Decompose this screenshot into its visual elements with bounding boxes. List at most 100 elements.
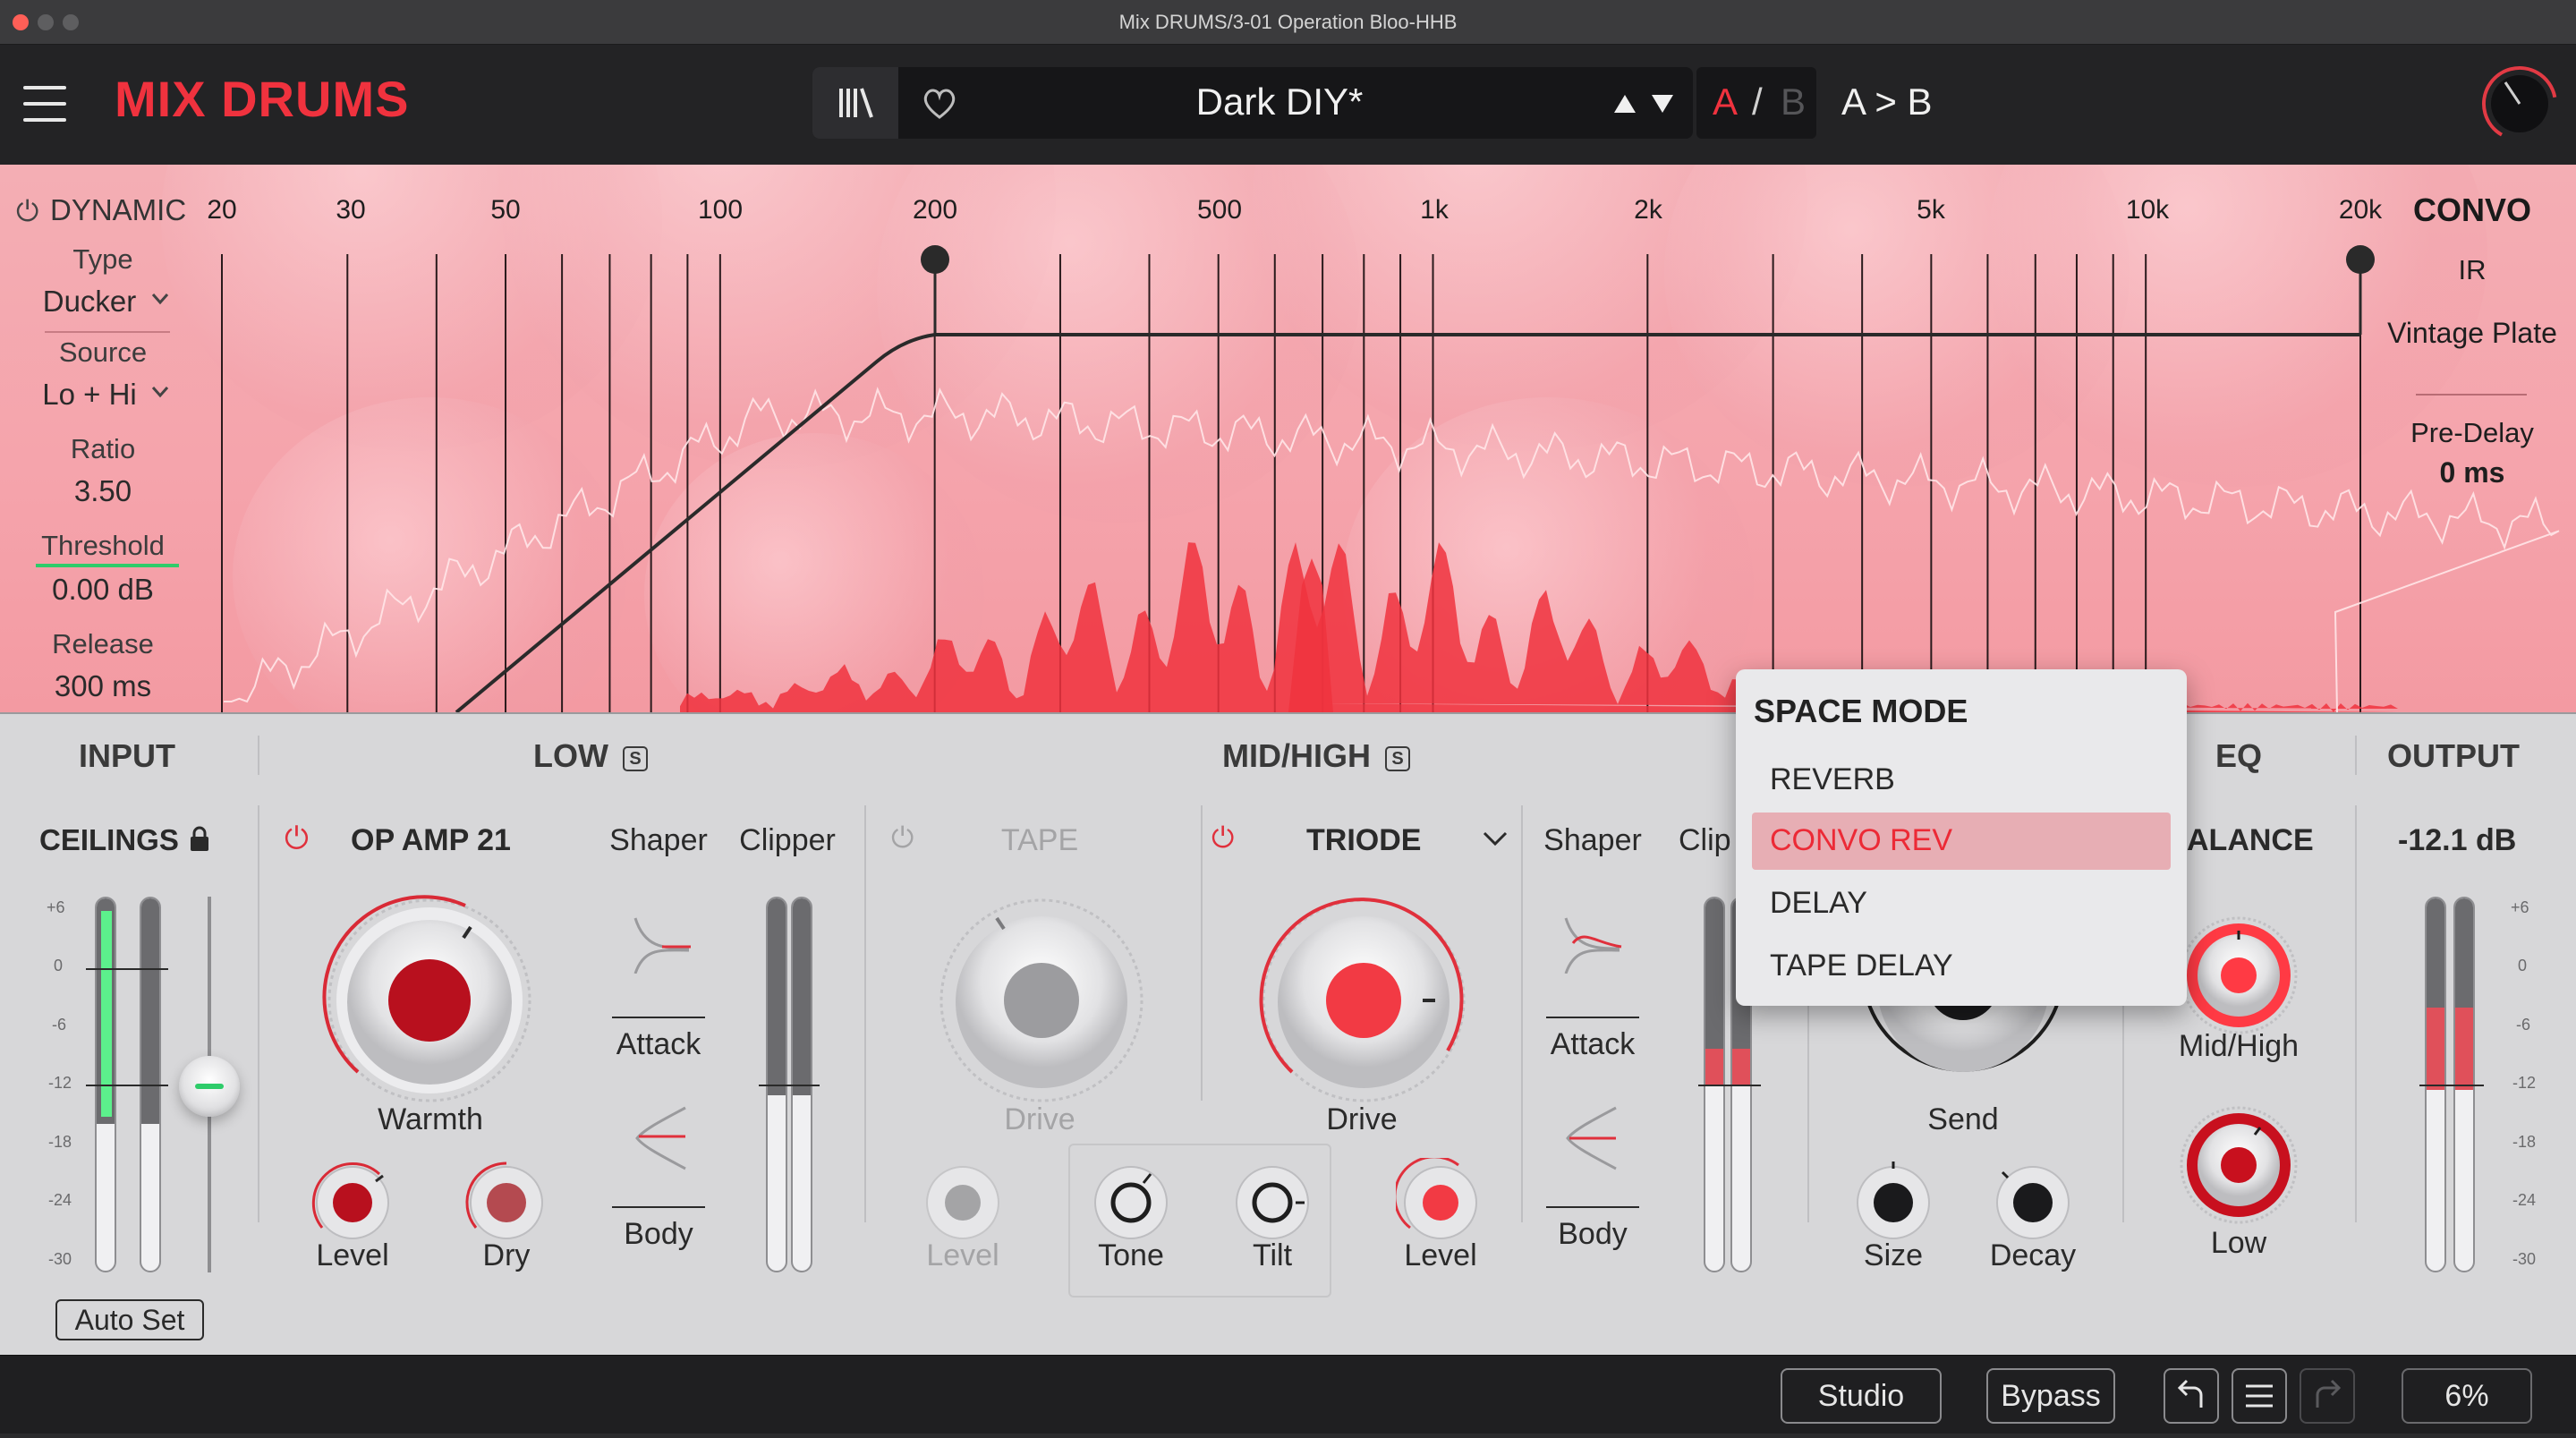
dynamic-release-value[interactable]: 300 ms bbox=[13, 669, 192, 703]
ab-b-button[interactable]: B bbox=[1781, 81, 1806, 123]
eq-low-knob[interactable] bbox=[2176, 1102, 2301, 1228]
input-scale-label: -12 bbox=[48, 1074, 72, 1092]
section-output: OUTPUT bbox=[2387, 737, 2520, 774]
window-title: Mix DRUMS/3-01 Operation Bloo-HHB bbox=[1118, 11, 1458, 33]
low-attack-shape-icon[interactable] bbox=[626, 911, 698, 974]
eq-curve-canvas[interactable] bbox=[0, 165, 2576, 712]
ceiling-slider-handle[interactable] bbox=[179, 1056, 240, 1117]
warmth-knob[interactable] bbox=[322, 893, 537, 1108]
chevron-down-icon[interactable] bbox=[1482, 830, 1509, 848]
space-decay-knob[interactable] bbox=[1988, 1158, 2078, 1247]
dynamic-power-icon[interactable]: ⏻ bbox=[16, 195, 38, 229]
tape-drive-knob[interactable] bbox=[934, 893, 1149, 1108]
convo-title: CONVO bbox=[2412, 191, 2531, 228]
eq-midhigh-knob[interactable] bbox=[2176, 913, 2301, 1038]
midhigh-attack-slider[interactable] bbox=[1546, 1017, 1639, 1018]
tape-drive-label: Drive bbox=[1004, 1102, 1075, 1136]
redo-button[interactable] bbox=[2300, 1368, 2355, 1424]
output-scale-label: -12 bbox=[2512, 1074, 2537, 1092]
minimize-window-button[interactable] bbox=[38, 14, 54, 30]
midhigh-solo-button[interactable]: S bbox=[1385, 746, 1410, 771]
divider bbox=[864, 805, 866, 1222]
tilt-knob[interactable] bbox=[1228, 1158, 1317, 1247]
space-mode-item-reverb[interactable]: REVERB bbox=[1770, 762, 1895, 797]
triode-level-label: Level bbox=[1404, 1238, 1477, 1272]
space-mode-item-convo-rev[interactable]: CONVO REV bbox=[1770, 823, 1952, 858]
preset-next-icon[interactable] bbox=[1652, 95, 1673, 113]
space-mode-item-tape-delay[interactable]: TAPE DELAY bbox=[1770, 949, 1953, 983]
preset-name[interactable]: Dark DIY* bbox=[1074, 81, 1485, 123]
lock-icon[interactable] bbox=[188, 825, 211, 854]
space-mode-menu: SPACE MODE REVERB CONVO REV DELAY TAPE D… bbox=[1736, 669, 2187, 1006]
cpu-meter: 6% bbox=[2402, 1368, 2532, 1424]
output-scale-label: -6 bbox=[2516, 1016, 2531, 1034]
low-dry-label: Dry bbox=[482, 1238, 531, 1272]
low-attack-slider[interactable] bbox=[612, 1017, 705, 1018]
dynamic-type-label: Type bbox=[72, 243, 133, 275]
dynamic-threshold-label: Threshold bbox=[41, 530, 165, 561]
tape-power-icon[interactable]: ⏻ bbox=[891, 821, 914, 855]
triode-drive-knob[interactable] bbox=[1256, 893, 1471, 1108]
dynamic-threshold-value[interactable]: 0.00 dB bbox=[13, 573, 192, 607]
output-scale-label: +6 bbox=[2511, 898, 2529, 916]
midhigh-body-shape-icon[interactable] bbox=[1557, 1102, 1628, 1174]
convo-predelay-value[interactable]: 0 ms bbox=[2356, 456, 2576, 489]
preset-browser-button[interactable] bbox=[812, 67, 898, 139]
midhigh-body-slider[interactable] bbox=[1546, 1206, 1639, 1208]
low-body-shape-icon[interactable] bbox=[626, 1102, 698, 1174]
section-low-label: LOW bbox=[533, 737, 608, 774]
copy-a-to-b-button[interactable]: A > B bbox=[1841, 81, 1933, 123]
clip-threshold-line bbox=[759, 1085, 820, 1086]
menu-icon[interactable] bbox=[23, 86, 66, 122]
studio-button[interactable]: Studio bbox=[1781, 1368, 1942, 1424]
low-power-icon[interactable]: ⏻ bbox=[285, 821, 309, 856]
triode-level-knob[interactable] bbox=[1396, 1158, 1485, 1247]
midhigh-attack-shape-icon[interactable] bbox=[1557, 911, 1628, 974]
low-level-knob[interactable] bbox=[308, 1158, 397, 1247]
convo-ir-value[interactable]: Vintage Plate bbox=[2356, 317, 2576, 350]
space-decay-label: Decay bbox=[1989, 1238, 2077, 1272]
low-dry-knob[interactable] bbox=[462, 1158, 551, 1247]
ab-a-button[interactable]: A bbox=[1713, 81, 1738, 123]
favorite-heart-icon[interactable] bbox=[920, 85, 959, 121]
preset-prev-next-arrows[interactable] bbox=[1611, 89, 1679, 118]
triode-module-name[interactable]: TRIODE bbox=[1306, 823, 1421, 858]
tone-knob[interactable] bbox=[1086, 1158, 1176, 1247]
low-body-slider[interactable] bbox=[612, 1206, 705, 1208]
output-scale-label: 0 bbox=[2518, 957, 2528, 974]
convo-predelay-label: Pre-Delay bbox=[2410, 417, 2534, 448]
auto-set-button[interactable]: Auto Set bbox=[55, 1299, 204, 1340]
triode-drive-label: Drive bbox=[1326, 1102, 1398, 1136]
freq-label-1k: 1k bbox=[1420, 195, 1449, 225]
dynamic-ratio-value[interactable]: 3.50 bbox=[13, 474, 192, 508]
midhigh-body-label: Body bbox=[1558, 1217, 1628, 1251]
threshold-indicator-bar bbox=[36, 564, 179, 567]
close-window-button[interactable] bbox=[13, 14, 29, 30]
ceiling-line bbox=[86, 968, 168, 970]
undo-button[interactable] bbox=[2164, 1368, 2219, 1424]
bypass-button[interactable]: Bypass bbox=[1986, 1368, 2115, 1424]
output-volume-knob[interactable] bbox=[2478, 63, 2561, 145]
ceilings-label: CEILINGS bbox=[39, 823, 179, 856]
divider bbox=[2355, 805, 2357, 1222]
divider bbox=[2416, 394, 2527, 396]
divider bbox=[1521, 805, 1523, 1222]
history-button[interactable] bbox=[2232, 1368, 2287, 1424]
ceiling-line bbox=[86, 1085, 168, 1086]
midhigh-attack-label: Attack bbox=[1550, 1027, 1636, 1061]
eq-spectrum-graph[interactable]: 20 30 50 100 200 500 1k 2k 5k 10k 20k ⏻ … bbox=[0, 165, 2576, 712]
space-size-label: Size bbox=[1863, 1238, 1924, 1272]
freq-label-2k: 2k bbox=[1634, 195, 1662, 225]
low-module-name[interactable]: OP AMP 21 bbox=[351, 823, 511, 858]
zoom-window-button[interactable] bbox=[63, 14, 79, 30]
space-size-knob[interactable] bbox=[1849, 1158, 1938, 1247]
midhigh-shaper-label: Shaper bbox=[1543, 823, 1642, 857]
tape-level-knob[interactable] bbox=[918, 1158, 1007, 1247]
dynamic-release-label: Release bbox=[52, 628, 154, 659]
triode-power-icon[interactable]: ⏻ bbox=[1211, 821, 1234, 855]
low-solo-button[interactable]: S bbox=[622, 746, 648, 771]
input-scale-label: -30 bbox=[48, 1250, 72, 1268]
space-mode-item-delay[interactable]: DELAY bbox=[1770, 886, 1867, 921]
preset-prev-icon[interactable] bbox=[1614, 95, 1636, 113]
tape-label[interactable]: TAPE bbox=[1001, 823, 1078, 858]
